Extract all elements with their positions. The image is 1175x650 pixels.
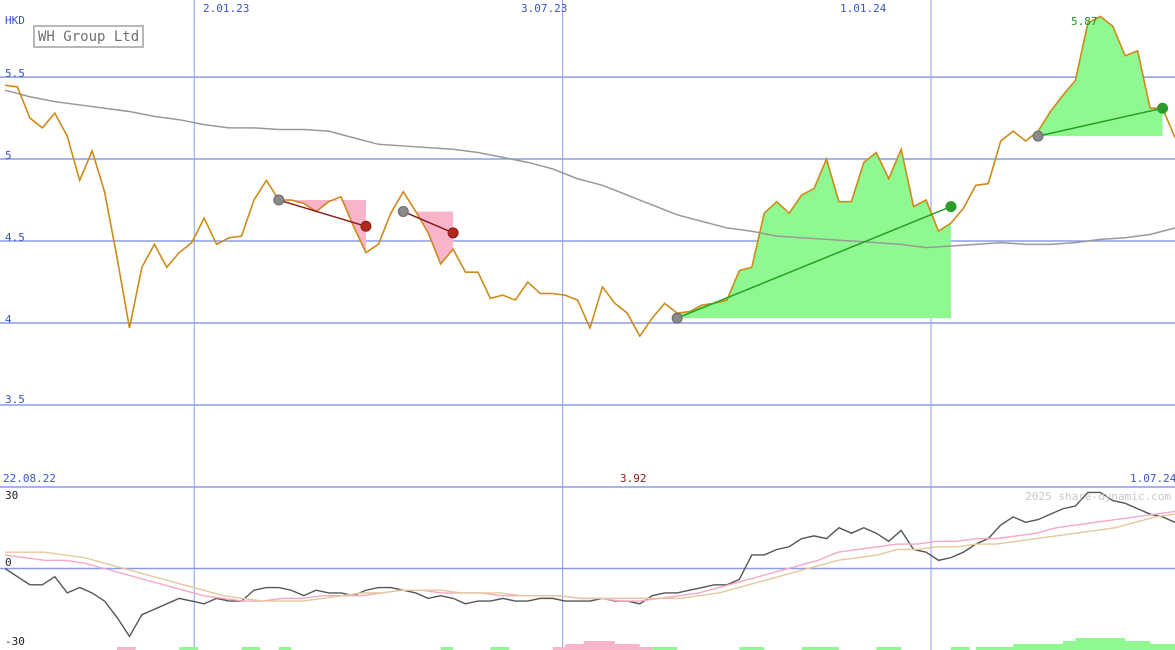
price-line: [4, 15, 1175, 338]
x-tick-label: 1.01.24: [840, 2, 887, 15]
volume-bars: [117, 638, 1175, 650]
x-tick-label: 3.07.23: [521, 2, 568, 15]
low-label: 3.92: [620, 472, 647, 485]
x-tick-label: 2.01.23: [203, 2, 250, 15]
y-tick-label: 5.5: [5, 67, 25, 80]
high-label: 5.87: [1071, 15, 1098, 28]
moving-average-line: [4, 89, 1175, 249]
trade-markers: [273, 102, 1169, 324]
fast-average-line: [4, 510, 1175, 602]
chart-title: WH Group Ltd: [33, 25, 145, 48]
gain-area: [677, 149, 951, 319]
grid-lines: [0, 0, 1175, 650]
y-tick-label: 5: [5, 149, 12, 162]
loss-area: [403, 211, 454, 264]
volume-bar: [1075, 638, 1126, 650]
y-tick-label: 4.5: [5, 231, 25, 244]
chart: WH Group Ltd HKD 2.01.23 3.07.23 1.01.24…: [0, 0, 1175, 650]
trade-entry-marker: [397, 206, 409, 218]
trade-exit-marker: [945, 201, 957, 213]
trade-exit-marker: [1157, 102, 1169, 114]
y-tick-label: 4: [5, 313, 12, 326]
trade-entry-marker: [671, 312, 683, 324]
moving-average-series: [4, 89, 1175, 249]
end-date-label: 1.07.24: [1130, 472, 1175, 485]
oscillator-line: [4, 491, 1175, 638]
currency-label: HKD: [5, 14, 25, 27]
trade-fills: [278, 16, 1163, 319]
volume-bar: [583, 641, 615, 650]
trade-entry-marker: [273, 194, 285, 206]
watermark: 2025 share-dynamic.com: [1025, 490, 1171, 503]
osc-y-tick-label: -30: [5, 635, 25, 648]
trade-entry-marker: [1032, 130, 1044, 142]
price-series: [4, 15, 1175, 338]
start-date-label: 22.08.22: [3, 472, 56, 485]
chart-canvas: [0, 0, 1175, 650]
trade-exit-marker: [360, 220, 372, 232]
osc-y-tick-label: 0: [5, 556, 12, 569]
trade-exit-marker: [447, 227, 459, 239]
oscillator-series: [4, 491, 1175, 638]
osc-y-tick-label: 30: [5, 489, 19, 502]
y-tick-label: 3.5: [5, 393, 25, 406]
